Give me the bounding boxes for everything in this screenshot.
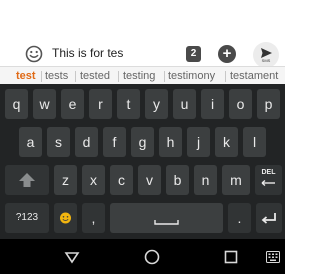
smiley-icon: [25, 45, 43, 63]
key-w[interactable]: w: [33, 89, 56, 119]
enter-key[interactable]: [256, 203, 282, 233]
suggestion-divider: [118, 71, 119, 82]
shift-icon: [19, 173, 35, 187]
delete-key[interactable]: DEL: [255, 165, 282, 195]
key-z[interactable]: z: [54, 165, 77, 195]
send-icon: [261, 48, 272, 58]
key-m[interactable]: m: [222, 165, 250, 195]
suggestion-item[interactable]: tests: [45, 67, 68, 84]
key-c[interactable]: c: [110, 165, 133, 195]
key-i[interactable]: i: [201, 89, 224, 119]
key-p[interactable]: p: [257, 89, 280, 119]
key-x[interactable]: x: [82, 165, 105, 195]
message-input[interactable]: This is for tes: [52, 46, 123, 60]
suggestion-item[interactable]: tested: [80, 67, 110, 84]
back-chevron-icon[interactable]: [63, 248, 81, 266]
suggestion-item[interactable]: testament: [230, 67, 278, 84]
suggestion-divider: [75, 71, 76, 82]
spacebar[interactable]: [110, 203, 223, 233]
key-o[interactable]: o: [229, 89, 252, 119]
backspace-icon: [261, 179, 275, 187]
soft-keyboard: q w e r t y u i o p a s d f g h j k l z …: [0, 84, 285, 239]
key-l[interactable]: l: [243, 127, 266, 157]
compose-bar: This is for tes 2 + SMS: [0, 40, 285, 68]
suggestion-divider: [41, 71, 42, 82]
enter-icon: [261, 213, 276, 224]
key-j[interactable]: j: [187, 127, 210, 157]
comma-key[interactable]: ,: [82, 203, 105, 233]
recents-icon[interactable]: [222, 248, 240, 266]
key-a[interactable]: a: [19, 127, 42, 157]
suggestion-strip: test tests tested testing testimony test…: [0, 66, 285, 84]
key-k[interactable]: k: [215, 127, 238, 157]
suggestion-item[interactable]: testing: [123, 67, 155, 84]
key-e[interactable]: e: [61, 89, 84, 119]
key-t[interactable]: t: [117, 89, 140, 119]
system-navigation-bar: [0, 239, 285, 274]
keyboard-switcher-icon[interactable]: [266, 251, 280, 263]
suggestion-divider: [164, 71, 165, 82]
space-icon: [154, 220, 179, 225]
suggestion-divider: [225, 71, 226, 82]
shift-key[interactable]: [5, 165, 49, 195]
symbols-key[interactable]: ?123: [5, 203, 49, 233]
key-f[interactable]: f: [103, 127, 126, 157]
key-y[interactable]: y: [145, 89, 168, 119]
key-h[interactable]: h: [159, 127, 182, 157]
emoji-key[interactable]: [54, 203, 77, 233]
send-type-label: SMS: [261, 58, 271, 63]
message-count-badge: 2: [186, 46, 201, 62]
suggestion-item[interactable]: test: [16, 67, 36, 84]
suggestion-item[interactable]: testimony: [168, 67, 215, 84]
key-u[interactable]: u: [173, 89, 196, 119]
key-n[interactable]: n: [194, 165, 217, 195]
emoji-icon: [60, 212, 71, 224]
add-attachment-button[interactable]: +: [218, 45, 236, 63]
key-q[interactable]: q: [5, 89, 28, 119]
period-key[interactable]: .: [228, 203, 251, 233]
send-button[interactable]: SMS: [253, 42, 279, 68]
key-d[interactable]: d: [75, 127, 98, 157]
key-r[interactable]: r: [89, 89, 112, 119]
key-g[interactable]: g: [131, 127, 154, 157]
key-b[interactable]: b: [166, 165, 189, 195]
key-v[interactable]: v: [138, 165, 161, 195]
home-icon[interactable]: [143, 248, 161, 266]
emoji-picker-button[interactable]: [25, 45, 43, 63]
key-s[interactable]: s: [47, 127, 70, 157]
